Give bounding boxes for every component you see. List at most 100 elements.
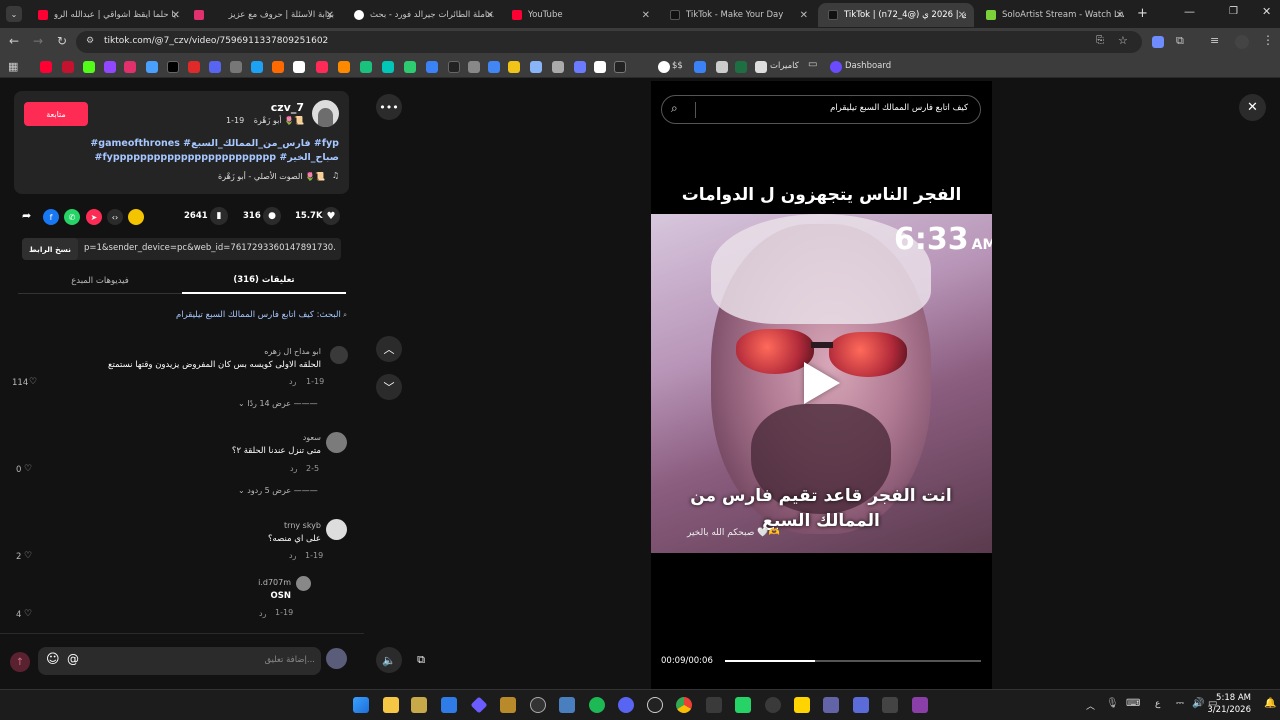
comment-like-icon[interactable]: ♡	[24, 551, 32, 561]
site-info-icon[interactable]: ⚙	[86, 36, 94, 46]
copy-link-button[interactable]: نسخ الرابط	[22, 238, 78, 260]
reading-list-icon[interactable]: ≡	[1210, 34, 1219, 47]
commenter-name[interactable]: ابو مداح ال زهره	[264, 347, 321, 356]
bookmark-dashboard-icon[interactable]	[830, 61, 842, 73]
search-hint[interactable]: البحث: كيف اتابع فارس الممالك السبع تيلي…	[176, 310, 347, 320]
close-window-button[interactable]: ✕	[1262, 5, 1271, 18]
commenter-avatar[interactable]	[296, 576, 311, 591]
bookmark-excel-icon[interactable]	[735, 61, 747, 73]
commenter-name[interactable]: i.d707m	[258, 578, 291, 587]
clock-time-tray[interactable]: 5:18 AM	[1216, 693, 1251, 703]
video-search-bar[interactable]: ⌕ كيف اتابع فارس الممالك السبع تيليقرام	[661, 95, 981, 124]
bookmark-icon[interactable]	[62, 61, 74, 73]
maximize-button[interactable]: ❐	[1229, 6, 1238, 17]
bookmark-icon[interactable]	[594, 61, 606, 73]
share-telegram-icon[interactable]: ➤	[86, 209, 102, 225]
sound-label[interactable]: الصوت الأصلي - أبو زَهْرة 🌷📜	[218, 172, 325, 181]
menu-kebab-icon[interactable]: ⋮	[1262, 33, 1274, 47]
commenter-avatar[interactable]	[330, 346, 348, 364]
browser-tab[interactable]: YouTube ✕	[502, 3, 658, 27]
reply-button[interactable]: رد	[290, 464, 297, 473]
chrome-icon[interactable]	[676, 697, 692, 713]
bookmark-cameras-icon[interactable]	[755, 61, 767, 73]
tab-creator-videos[interactable]: فيديوهات المبدع	[18, 268, 182, 294]
microphone-icon[interactable]: 🎙	[1106, 698, 1119, 709]
commenter-avatar[interactable]	[326, 519, 347, 540]
bookmark-icon[interactable]	[694, 61, 706, 73]
network-icon[interactable]: ⎓	[1176, 698, 1184, 709]
play-icon[interactable]	[804, 362, 840, 404]
comment-like-icon[interactable]: ♡	[24, 609, 32, 619]
bookmark-icon[interactable]	[508, 61, 520, 73]
video-progress-bar[interactable]	[725, 660, 981, 662]
profile-avatar[interactable]	[1235, 35, 1249, 49]
comment-icon[interactable]: ●	[263, 207, 281, 225]
view-replies-button[interactable]: ⌄ عرض 5 ردود ———	[238, 486, 318, 495]
start-windows-icon[interactable]	[353, 697, 369, 713]
spotify-icon[interactable]	[589, 697, 605, 713]
taskbar-app-icon[interactable]	[411, 697, 427, 713]
bookmark-icon[interactable]	[316, 61, 328, 73]
bookmark-icon[interactable]	[272, 61, 284, 73]
commenter-avatar[interactable]	[326, 432, 347, 453]
commenter-name[interactable]: trny skyb	[284, 521, 321, 530]
forward-button[interactable]: →	[33, 34, 43, 48]
bookmark-cameras-label[interactable]: كاميرات	[770, 61, 799, 71]
browser-tab[interactable]: حاملة الطائرات جيرالد فورد - بحث...✕	[344, 3, 502, 27]
reply-button[interactable]: رد	[289, 551, 296, 560]
close-video-button[interactable]: ✕	[1239, 94, 1266, 121]
bookmark-icon[interactable]	[209, 61, 221, 73]
taskbar-app-icon[interactable]	[647, 697, 663, 713]
language-indicator[interactable]: ع	[1155, 699, 1160, 709]
notifications-icon[interactable]: 🔔	[1264, 698, 1276, 709]
bookmark-youtube-icon[interactable]	[40, 61, 52, 73]
minimize-button[interactable]: —	[1184, 5, 1195, 18]
bookmark-icon[interactable]	[716, 61, 728, 73]
comment-like-icon[interactable]: ♡	[24, 464, 32, 474]
browser-tab[interactable]: يا حلماً أيقظ أشواقي | عبدالله الرو...✕	[28, 3, 188, 27]
bookmark-save-icon[interactable]: ▮	[210, 207, 228, 225]
install-app-icon[interactable]: ⎘	[1096, 35, 1104, 46]
reply-button[interactable]: رد	[289, 377, 296, 386]
bookmark-google-icon[interactable]	[658, 61, 670, 73]
file-explorer-icon[interactable]	[383, 697, 399, 713]
post-comment-button[interactable]: ↑	[10, 652, 30, 672]
bookmark-icon[interactable]	[468, 61, 480, 73]
keyboard-icon[interactable]: ⌨	[1126, 698, 1140, 709]
bookmark-icon[interactable]	[338, 61, 350, 73]
comment-input[interactable]: إضافة تعليق... ☺ @	[38, 647, 321, 675]
my-avatar[interactable]	[326, 648, 347, 669]
bookmark-dollar-label[interactable]: $$	[672, 61, 683, 71]
bookmark-icon[interactable]	[574, 61, 586, 73]
bookmark-icon[interactable]	[614, 61, 626, 73]
bookmark-icon[interactable]	[552, 61, 564, 73]
share-whatsapp-icon[interactable]: ✆	[64, 209, 80, 225]
browser-tab[interactable]: TikTok - Make Your Day ✕	[660, 3, 816, 27]
taskbar-app-icon[interactable]	[765, 697, 781, 713]
bookmark-icon[interactable]	[382, 61, 394, 73]
share-facebook-icon[interactable]: f	[43, 209, 59, 225]
share-arrow-icon[interactable]: ➦	[22, 209, 31, 222]
bookmark-dashboard-label[interactable]: Dashboard	[845, 61, 891, 71]
bookmark-icon[interactable]	[360, 61, 372, 73]
discord-icon[interactable]	[618, 697, 634, 713]
bookmark-icon[interactable]	[488, 61, 500, 73]
view-replies-button[interactable]: ⌄ عرض 14 ردًا ———	[238, 399, 318, 408]
bookmark-icon[interactable]	[251, 61, 263, 73]
bookmark-icon[interactable]	[530, 61, 542, 73]
comment-like-icon[interactable]: ♡	[29, 377, 37, 387]
like-icon[interactable]: ♥	[322, 207, 340, 225]
hashtags-line-1[interactable]: #gameofthrones #فارس_من_الممالك_السبع #f…	[90, 138, 339, 149]
bookmark-icon[interactable]	[146, 61, 158, 73]
taskbar-app-icon[interactable]	[470, 696, 488, 714]
hashtags-line-2[interactable]: #fypppppppppppppppppppppppp #صباح_الخير	[95, 152, 339, 163]
sticky-notes-icon[interactable]	[794, 697, 810, 713]
bookmark-icon[interactable]	[426, 61, 438, 73]
new-tab-button[interactable]: +	[1137, 6, 1148, 21]
browser-tab[interactable]: بوابة الأسئلة | حروف مع عزيز ✕	[210, 3, 342, 27]
browser-tab[interactable]	[188, 3, 210, 27]
bookmark-twitch-icon[interactable]	[104, 61, 116, 73]
browser-tab-active[interactable]: TikTok | (n72_4@) ندى | 2026 ي...✕	[818, 3, 974, 27]
taskbar-app-icon[interactable]	[559, 697, 575, 713]
bookmark-x-icon[interactable]	[167, 61, 179, 73]
